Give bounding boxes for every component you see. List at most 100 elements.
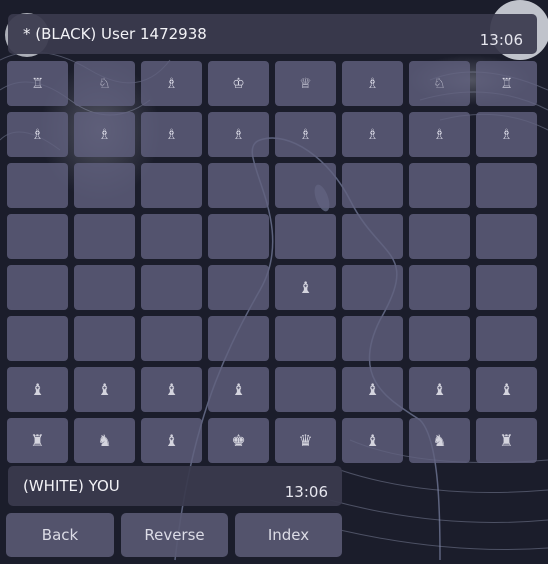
chess-piece-icon: ♝: [432, 379, 447, 399]
square-g7[interactable]: ♗: [409, 112, 470, 157]
square-b8[interactable]: ♘: [74, 61, 135, 106]
square-d2[interactable]: ♝: [208, 367, 269, 412]
square-f3[interactable]: [342, 316, 403, 361]
square-f1[interactable]: ♝: [342, 418, 403, 463]
player-name: (WHITE) YOU: [23, 477, 120, 495]
chess-piece-icon: ♜: [30, 430, 45, 450]
square-a4[interactable]: [7, 265, 68, 310]
opponent-name: * (BLACK) User 1472938: [23, 25, 207, 43]
back-button[interactable]: Back: [6, 513, 114, 557]
square-g4[interactable]: [409, 265, 470, 310]
square-a2[interactable]: ♝: [7, 367, 68, 412]
square-e1[interactable]: ♛: [275, 418, 336, 463]
square-e5[interactable]: [275, 214, 336, 259]
square-g5[interactable]: [409, 214, 470, 259]
square-f5[interactable]: [342, 214, 403, 259]
square-d1[interactable]: ♚: [208, 418, 269, 463]
square-h2[interactable]: ♝: [476, 367, 537, 412]
square-c8[interactable]: ♗: [141, 61, 202, 106]
square-e8[interactable]: ♕: [275, 61, 336, 106]
chess-piece-icon: ♗: [299, 126, 312, 143]
chess-piece-icon: ♝: [164, 379, 179, 399]
square-c7[interactable]: ♗: [141, 112, 202, 157]
chess-piece-icon: ♗: [500, 126, 513, 143]
chess-piece-icon: ♖: [31, 75, 44, 92]
opponent-clock: 13:06: [479, 31, 523, 49]
chess-piece-icon: ♝: [499, 379, 514, 399]
square-h5[interactable]: [476, 214, 537, 259]
square-b4[interactable]: [74, 265, 135, 310]
square-d3[interactable]: [208, 316, 269, 361]
square-c1[interactable]: ♝: [141, 418, 202, 463]
square-g3[interactable]: [409, 316, 470, 361]
chess-piece-icon: ♞: [432, 430, 447, 450]
square-g1[interactable]: ♞: [409, 418, 470, 463]
chess-piece-icon: ♗: [232, 126, 245, 143]
square-f6[interactable]: [342, 163, 403, 208]
square-a5[interactable]: [7, 214, 68, 259]
player-bar: (WHITE) YOU 13:06: [8, 466, 342, 506]
chess-piece-icon: ♗: [165, 75, 178, 92]
square-f7[interactable]: ♗: [342, 112, 403, 157]
square-c4[interactable]: [141, 265, 202, 310]
square-e6[interactable]: [275, 163, 336, 208]
chess-piece-icon: ♗: [366, 126, 379, 143]
chess-piece-icon: ♗: [366, 75, 379, 92]
square-e7[interactable]: ♗: [275, 112, 336, 157]
chess-piece-icon: ♝: [97, 379, 112, 399]
chess-piece-icon: ♖: [500, 75, 513, 92]
square-h4[interactable]: [476, 265, 537, 310]
chess-piece-icon: ♝: [231, 379, 246, 399]
square-b1[interactable]: ♞: [74, 418, 135, 463]
square-b7[interactable]: ♗: [74, 112, 135, 157]
chess-piece-icon: ♝: [298, 277, 313, 297]
square-g6[interactable]: [409, 163, 470, 208]
square-h8[interactable]: ♖: [476, 61, 537, 106]
square-c3[interactable]: [141, 316, 202, 361]
square-a7[interactable]: ♗: [7, 112, 68, 157]
square-c2[interactable]: ♝: [141, 367, 202, 412]
square-d6[interactable]: [208, 163, 269, 208]
chess-piece-icon: ♗: [433, 126, 446, 143]
square-b2[interactable]: ♝: [74, 367, 135, 412]
square-h1[interactable]: ♜: [476, 418, 537, 463]
square-h6[interactable]: [476, 163, 537, 208]
opponent-bar: * (BLACK) User 1472938 13:06: [8, 14, 537, 54]
square-f4[interactable]: [342, 265, 403, 310]
chess-piece-icon: ♜: [499, 430, 514, 450]
square-h7[interactable]: ♗: [476, 112, 537, 157]
square-e2[interactable]: [275, 367, 336, 412]
chess-piece-icon: ♘: [433, 75, 446, 92]
square-e4[interactable]: ♝: [275, 265, 336, 310]
reverse-button[interactable]: Reverse: [121, 513, 228, 557]
chess-piece-icon: ♗: [98, 126, 111, 143]
chess-piece-icon: ♛: [298, 430, 313, 450]
square-b3[interactable]: [74, 316, 135, 361]
square-a8[interactable]: ♖: [7, 61, 68, 106]
square-e3[interactable]: [275, 316, 336, 361]
square-c5[interactable]: [141, 214, 202, 259]
chess-piece-icon: ♝: [164, 430, 179, 450]
chess-piece-icon: ♚: [231, 430, 246, 450]
square-d4[interactable]: [208, 265, 269, 310]
square-f8[interactable]: ♗: [342, 61, 403, 106]
square-a3[interactable]: [7, 316, 68, 361]
square-g2[interactable]: ♝: [409, 367, 470, 412]
square-d7[interactable]: ♗: [208, 112, 269, 157]
square-a6[interactable]: [7, 163, 68, 208]
square-f2[interactable]: ♝: [342, 367, 403, 412]
square-d8[interactable]: ♔: [208, 61, 269, 106]
chess-piece-icon: ♞: [97, 430, 112, 450]
index-button[interactable]: Index: [235, 513, 342, 557]
square-b5[interactable]: [74, 214, 135, 259]
chess-screen: * (BLACK) User 1472938 13:06 ♖ ♘ ♗ ♔ ♕ ♗ ♘ ♖ ♗ ♗ ♗…: [0, 0, 548, 564]
square-d5[interactable]: [208, 214, 269, 259]
square-a1[interactable]: ♜: [7, 418, 68, 463]
square-b6[interactable]: [74, 163, 135, 208]
square-g8[interactable]: ♘: [409, 61, 470, 106]
chess-piece-icon: ♝: [365, 430, 380, 450]
square-h3[interactable]: [476, 316, 537, 361]
square-c6[interactable]: [141, 163, 202, 208]
chess-piece-icon: ♗: [165, 126, 178, 143]
chess-board: ♖ ♘ ♗ ♔ ♕ ♗ ♘ ♖ ♗ ♗ ♗ ♗ ♗ ♗ ♗ ♗ ♝ ♝ ♝ ♝ ♝ ♝ ♝ ♝ ♜ ♞ ♝ ♚ ♛ ♝ ♞ ♜: [7, 61, 537, 463]
